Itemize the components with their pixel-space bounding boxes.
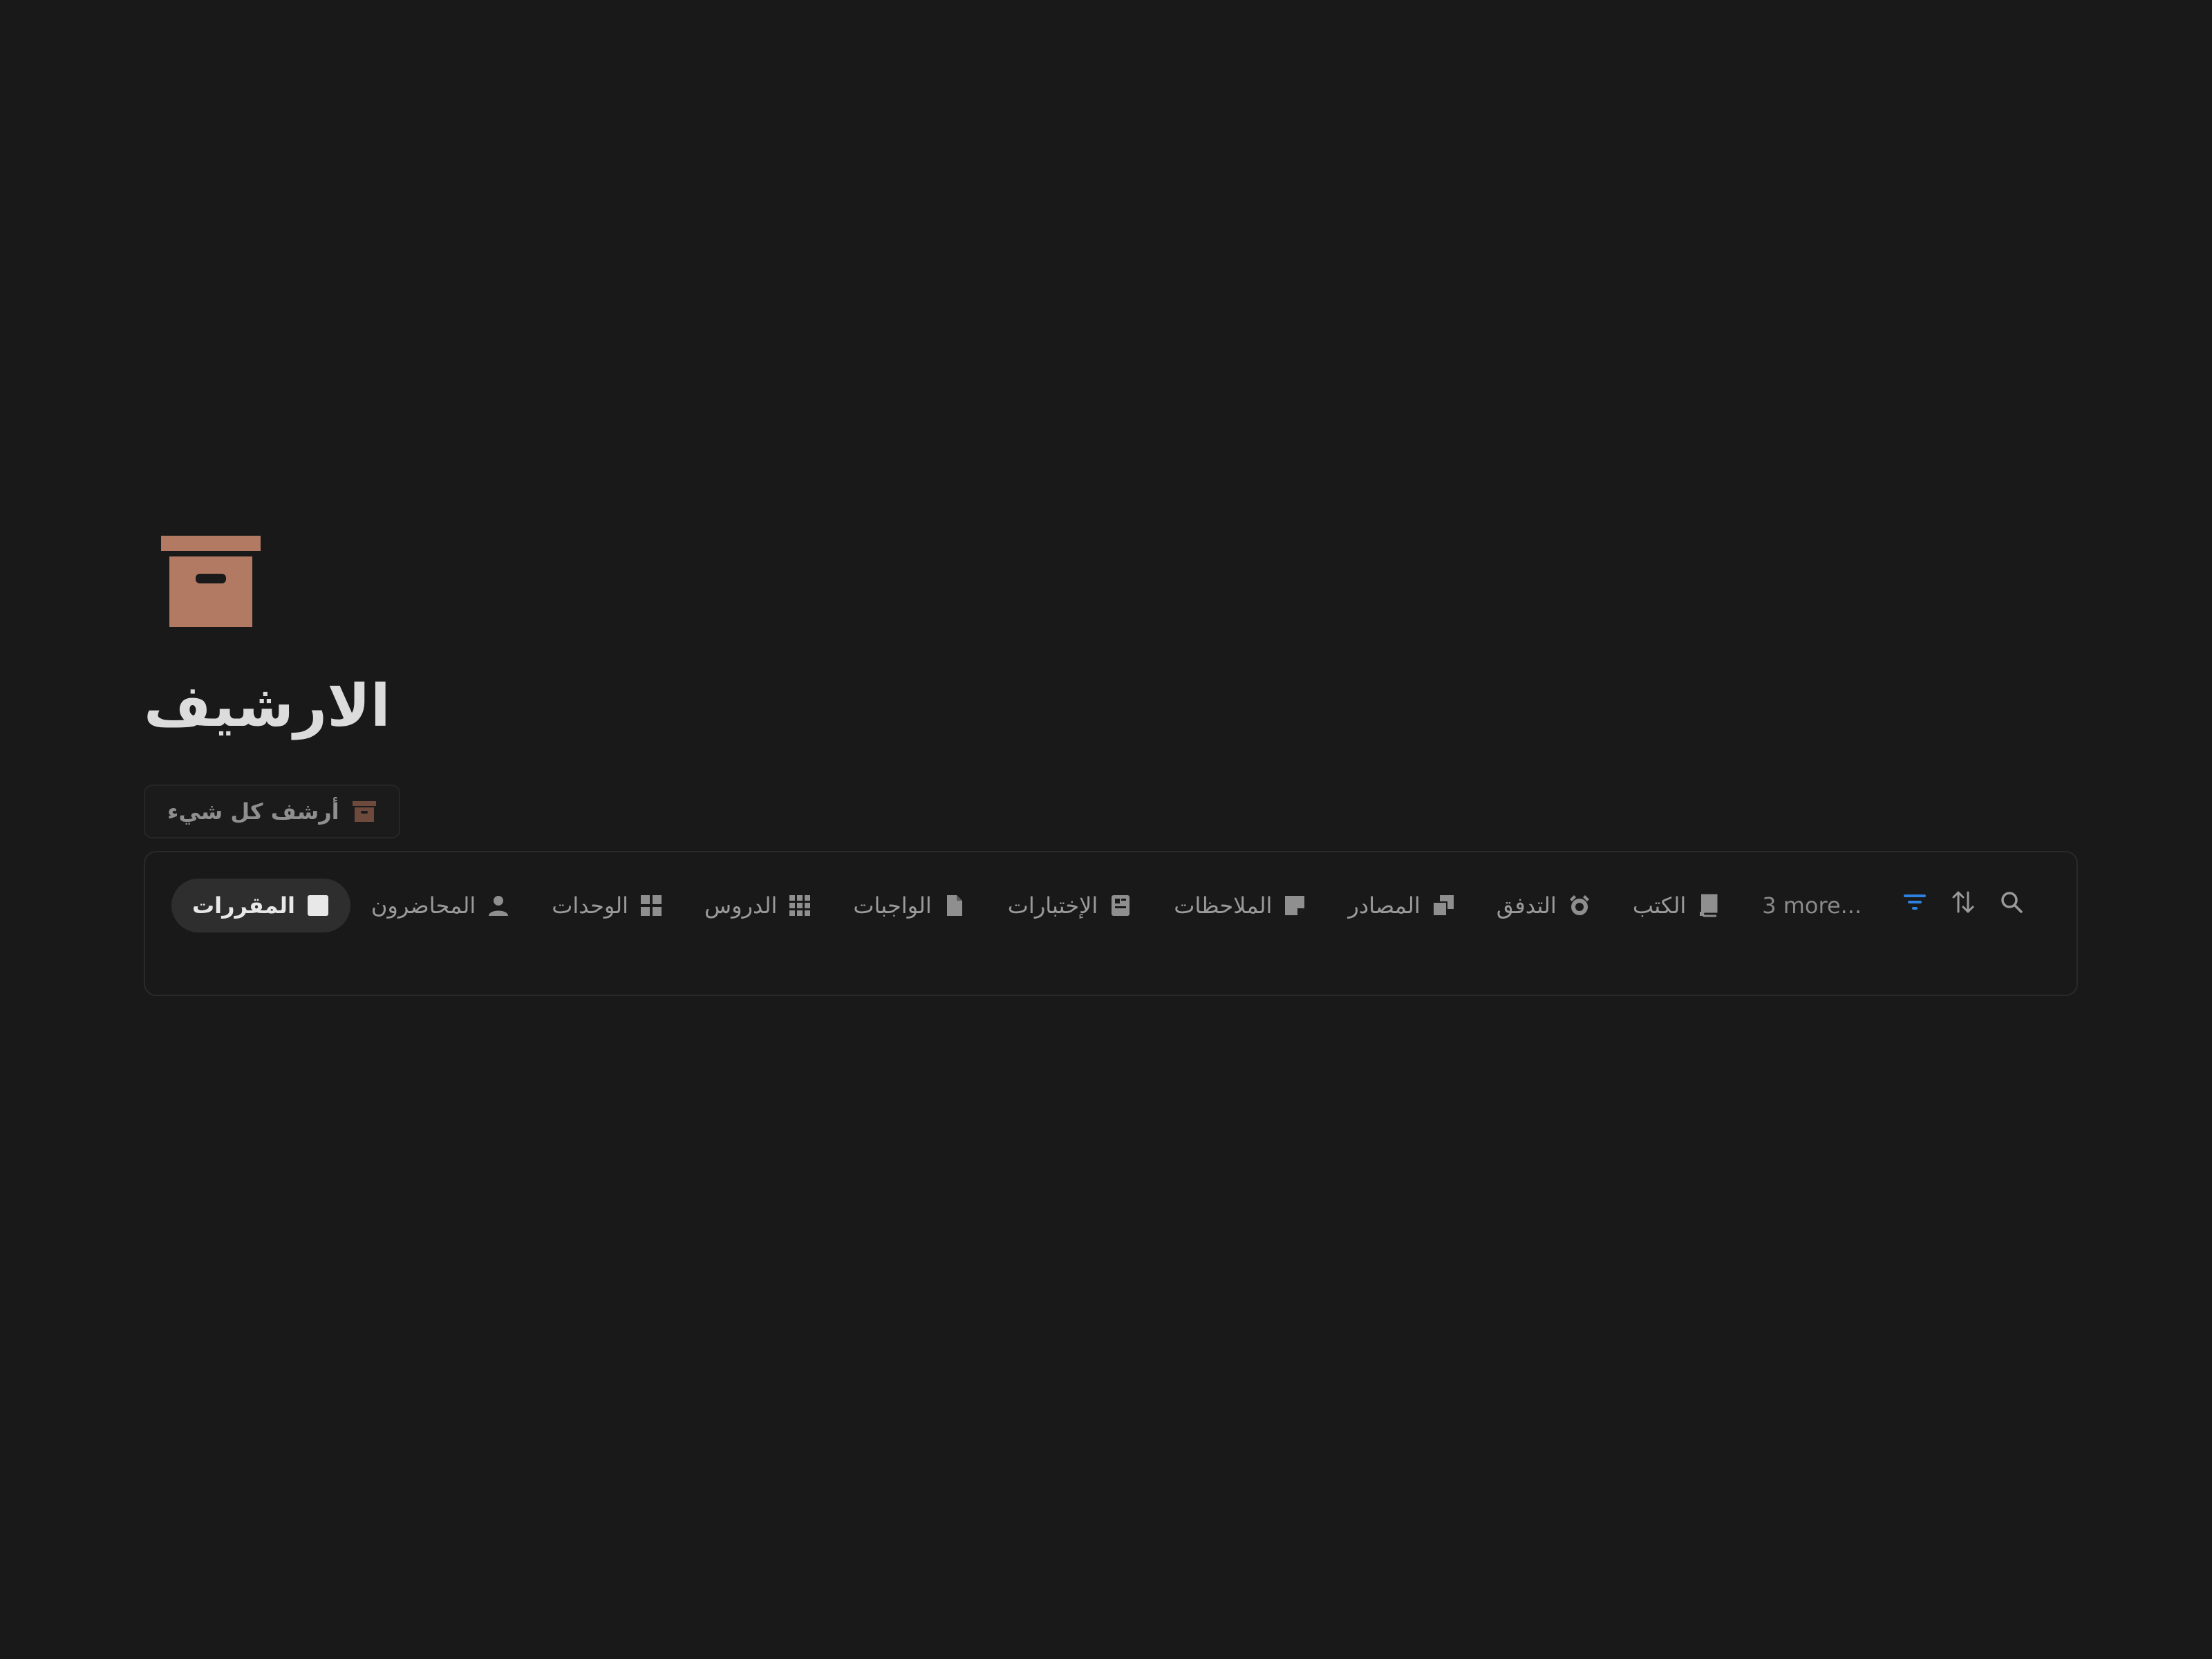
tab-label: الكتب: [1632, 892, 1687, 919]
tab-label: الواجبات: [853, 892, 932, 919]
square-icon: [306, 894, 330, 917]
tab-units[interactable]: الوحدات: [531, 879, 684, 932]
tab-label: المقررات: [192, 892, 295, 919]
tab-flow[interactable]: التدفق: [1476, 879, 1612, 932]
grid-icon: [639, 894, 663, 917]
more-tabs-button[interactable]: 3 more...: [1741, 892, 1882, 919]
tab-lessons[interactable]: الدروس: [684, 879, 832, 932]
tab-label: الدروس: [704, 892, 778, 919]
book-icon: [1697, 894, 1721, 917]
tab-sources[interactable]: المصادر: [1327, 879, 1475, 932]
alarm-icon: [1568, 894, 1591, 917]
tab-label: الإختبارات: [1007, 892, 1098, 919]
archive-box-icon[interactable]: [161, 536, 261, 627]
view-toolbar: [1901, 888, 2025, 916]
view-tabs: المقررات المحاضرون الوحدات الدروس الواجب…: [171, 879, 1882, 932]
tab-tests[interactable]: الإختبارات: [987, 879, 1153, 932]
search-icon: [1998, 888, 2025, 916]
tab-label: المصادر: [1348, 892, 1421, 919]
copy-icon: [1432, 894, 1455, 917]
tab-label: الوحدات: [552, 892, 629, 919]
archive-box-icon: [352, 799, 377, 824]
document-icon: [943, 894, 966, 917]
tab-label: التدفق: [1496, 892, 1557, 919]
archive-all-label: أرشف كل شيء: [167, 798, 339, 825]
person-icon: [487, 894, 510, 917]
filter-icon: [1901, 888, 1929, 916]
test-icon: [1109, 894, 1132, 917]
tab-courses[interactable]: المقررات: [171, 879, 350, 932]
archive-all-button[interactable]: أرشف كل شيء: [144, 785, 400, 838]
tab-label: المحاضرون: [371, 892, 476, 919]
sticky-note-icon: [1283, 894, 1306, 917]
sort-button[interactable]: [1949, 888, 1977, 916]
page-title[interactable]: الارشيف: [144, 674, 391, 738]
tab-assignments[interactable]: الواجبات: [832, 879, 986, 932]
tab-lecturers[interactable]: المحاضرون: [350, 879, 531, 932]
sort-icon: [1949, 888, 1977, 916]
page: الارشيف أرشف كل شيء المقررات المحاضرون ا…: [0, 0, 2212, 1659]
dots-grid-icon: [788, 894, 812, 917]
tab-books[interactable]: الكتب: [1612, 879, 1741, 932]
filter-button[interactable]: [1901, 888, 1929, 916]
search-button[interactable]: [1998, 888, 2025, 916]
tab-label: الملاحظات: [1174, 892, 1273, 919]
tab-notes[interactable]: الملاحظات: [1153, 879, 1327, 932]
